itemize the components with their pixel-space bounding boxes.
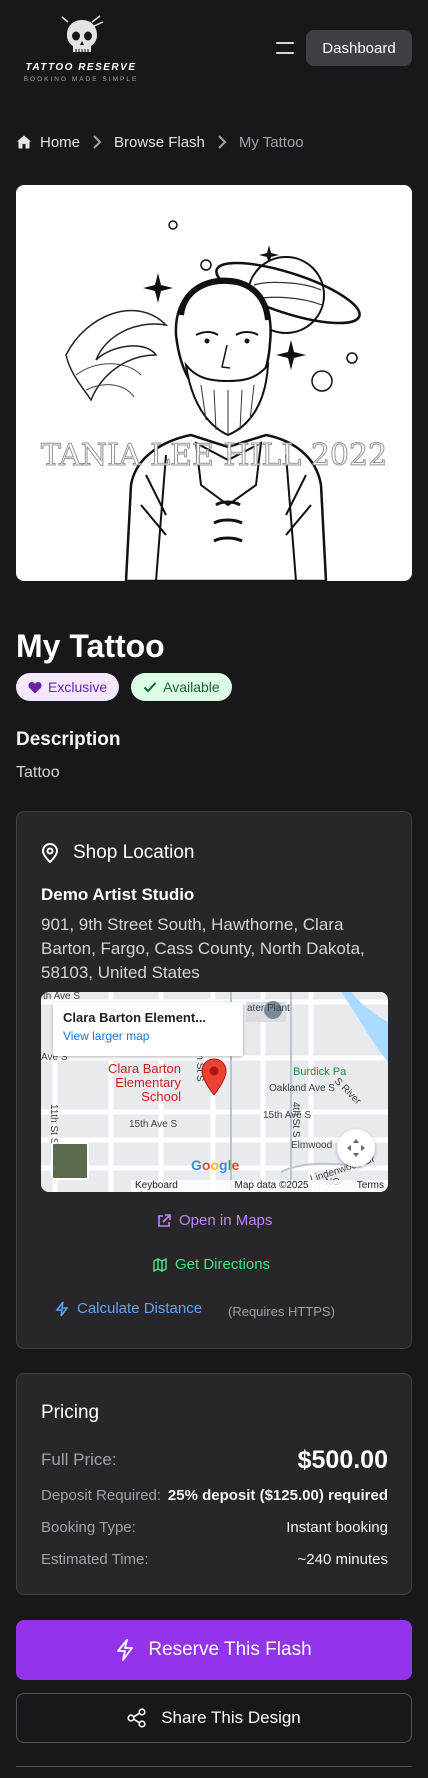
map-footer: Keyboard shortcuts Map data ©2025 Google…	[131, 1180, 388, 1192]
badge-group: Exclusive Available	[16, 673, 232, 701]
street-label: th Ave S	[43, 992, 81, 1002]
booking-type-label: Booking Type:	[41, 1519, 136, 1536]
map-info-window: Clara Barton Element... View larger map	[53, 1002, 243, 1056]
map-pin-icon	[41, 843, 59, 863]
map-marker-icon[interactable]	[201, 1058, 227, 1096]
logo-title: TATTOO RESERVE	[25, 62, 137, 73]
header: TATTOO RESERVE BOOKING MADE SIMPLE Dashb…	[0, 0, 428, 96]
description-text: Tattoo	[16, 764, 60, 781]
exclusive-badge: Exclusive	[16, 673, 120, 701]
studio-address: 901, 9th Street South, Hawthorne, Clara …	[41, 915, 365, 982]
satellite-toggle[interactable]	[51, 1142, 89, 1180]
home-icon	[17, 135, 31, 149]
tattoo-image[interactable]: TANIA LEE HILL 2022	[16, 185, 412, 581]
share-design-button[interactable]: Share This Design	[16, 1693, 412, 1743]
lightning-icon	[55, 1301, 69, 1316]
breadcrumb: Home Browse Flash My Tattoo	[16, 130, 304, 154]
estimated-time-row: Estimated Time: ~240 minutes	[41, 1551, 388, 1568]
breadcrumb-browse[interactable]: Browse Flash	[114, 134, 205, 151]
page-title: My Tattoo	[16, 628, 165, 664]
studio-name: Demo Artist Studio	[41, 885, 195, 904]
share-design-label: Share This Design	[161, 1708, 301, 1727]
deposit-label: Deposit Required:	[41, 1487, 162, 1504]
available-badge: Available	[131, 673, 232, 701]
divider	[16, 1766, 412, 1767]
street-label: Oakland Ave S	[269, 1083, 335, 1094]
google-logo: Google	[191, 1157, 240, 1173]
street-label: 15th Ave S	[129, 1119, 178, 1130]
map-data-attribution: Map data ©2025 Google	[234, 1180, 309, 1192]
estimated-time-label: Estimated Time:	[41, 1551, 149, 1568]
menu-button[interactable]	[272, 34, 300, 62]
pricing-card: Pricing Full Price: $500.00 Deposit Requ…	[16, 1373, 412, 1595]
breadcrumb-home-label: Home	[40, 133, 81, 151]
booking-type-value: Instant booking	[286, 1519, 388, 1536]
check-icon	[143, 682, 157, 693]
calculate-distance-button[interactable]: Calculate Distance	[55, 1300, 202, 1317]
share-icon	[127, 1708, 146, 1728]
heart-icon	[28, 681, 42, 693]
shop-location-heading: Shop Location	[41, 842, 195, 864]
deposit-value: 25% deposit ($125.00) required	[167, 1487, 388, 1504]
open-in-maps-label: Open in Maps	[179, 1212, 273, 1229]
requires-https-note: (Requires HTTPS)	[228, 1304, 335, 1319]
full-price-label: Full Price:	[41, 1450, 117, 1469]
get-directions-link[interactable]: Get Directions	[153, 1256, 270, 1273]
shop-location-title: Shop Location	[73, 842, 195, 863]
reserve-flash-button[interactable]: Reserve This Flash	[16, 1620, 412, 1680]
estimated-time-value: ~240 minutes	[297, 1551, 388, 1568]
chevron-right-icon	[217, 135, 227, 149]
get-directions-label: Get Directions	[175, 1256, 271, 1273]
exclusive-badge-label: Exclusive	[48, 679, 108, 695]
map-camera-control[interactable]	[337, 1129, 375, 1167]
map-info-title: Clara Barton Element...	[63, 1010, 207, 1025]
full-price-value: $500.00	[297, 1445, 388, 1474]
embedded-map[interactable]: th Ave S Ave S ater Plant 15th Ave S Oak…	[41, 992, 388, 1192]
hamburger-icon	[276, 42, 294, 44]
external-link-icon	[158, 1213, 171, 1227]
available-badge-label: Available	[163, 679, 220, 695]
full-price-row: Full Price: $500.00	[41, 1442, 388, 1478]
chevron-right-icon	[92, 135, 102, 149]
breadcrumb-current: My Tattoo	[238, 133, 304, 151]
school-label: Clara Barton Elementary School	[108, 1061, 181, 1104]
deposit-row: Deposit Required: 25% deposit ($125.00) …	[41, 1487, 388, 1504]
open-in-maps-link[interactable]: Open in Maps	[157, 1212, 272, 1229]
logo[interactable]: TATTOO RESERVE BOOKING MADE SIMPLE	[16, 14, 146, 84]
street-label: 15th Ave S	[263, 1110, 312, 1121]
watermark-text: TANIA LEE HILL 2022	[41, 438, 387, 473]
calculate-distance-label: Calculate Distance	[77, 1300, 203, 1317]
poi-label: ater Plant	[247, 1003, 290, 1014]
dashboard-button[interactable]: Dashboard	[306, 30, 412, 66]
tattoo-artwork: TANIA LEE HILL 2022	[40, 220, 388, 581]
street-label: 4th St S	[290, 1102, 301, 1138]
street-label: Elmwood	[291, 1140, 333, 1151]
logo-tagline: BOOKING MADE SIMPLE	[23, 76, 139, 83]
map-icon	[153, 1257, 167, 1272]
keyboard-shortcuts-link[interactable]: Keyboard shortcuts	[135, 1180, 221, 1192]
pricing-heading: Pricing	[41, 1402, 100, 1423]
terms-link[interactable]: Terms	[357, 1180, 384, 1192]
shop-location-card: Shop Location Demo Artist Studio 901, 9t…	[16, 811, 412, 1349]
reserve-flash-label: Reserve This Flash	[148, 1639, 312, 1660]
view-larger-map-link[interactable]: View larger map	[63, 1029, 233, 1043]
skull-logo-icon	[61, 15, 104, 52]
lightning-icon	[117, 1639, 134, 1661]
booking-type-row: Booking Type: Instant booking	[41, 1519, 388, 1536]
street-label: 11th St S	[48, 1104, 59, 1145]
breadcrumb-home[interactable]: Home	[16, 134, 80, 151]
pan-arrows-icon	[347, 1139, 365, 1157]
description-heading: Description	[16, 729, 121, 750]
